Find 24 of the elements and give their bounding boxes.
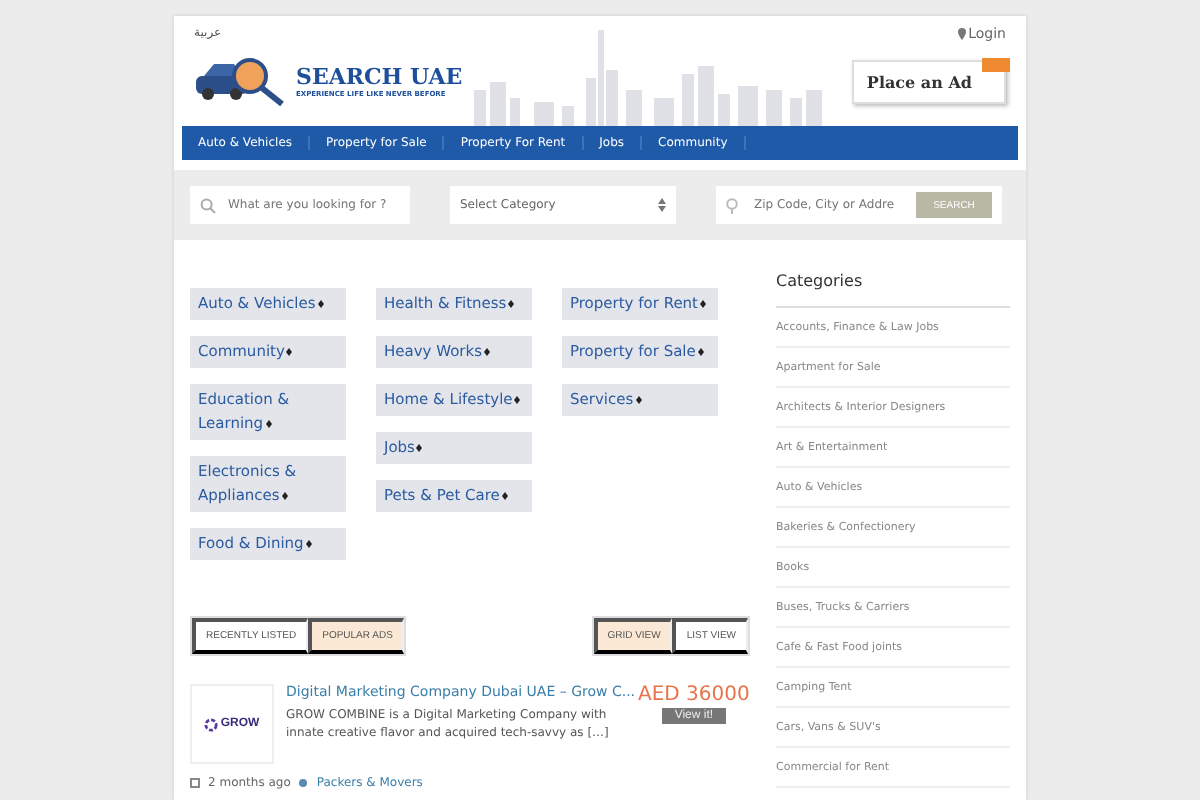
diamond-icon (416, 443, 423, 452)
logo-title: SEARCH UAE (296, 63, 463, 89)
swirl-icon (204, 717, 219, 731)
diamond-icon (281, 491, 288, 500)
sidebar-title: Categories (776, 264, 1010, 308)
updown-arrows-icon (658, 198, 666, 212)
place-ad-button[interactable]: Place an Ad (852, 60, 1006, 104)
search-icon (200, 197, 216, 213)
diamond-icon (286, 347, 293, 356)
pin-icon (958, 28, 967, 40)
diamond-icon (484, 347, 491, 356)
diamond-icon (305, 539, 312, 548)
ribbon-badge-icon (982, 58, 1010, 72)
pin-icon (726, 197, 738, 213)
diamond-icon (635, 395, 642, 404)
listing-price: AED 36000 (638, 684, 750, 706)
diamond-icon (508, 299, 515, 308)
car-magnifier-logo-icon (194, 52, 290, 108)
diamond-icon (514, 395, 521, 404)
diamond-icon (317, 299, 324, 308)
diamond-icon (697, 347, 704, 356)
diamond-icon (265, 419, 272, 428)
diamond-icon (700, 299, 706, 308)
diamond-icon (501, 491, 508, 500)
